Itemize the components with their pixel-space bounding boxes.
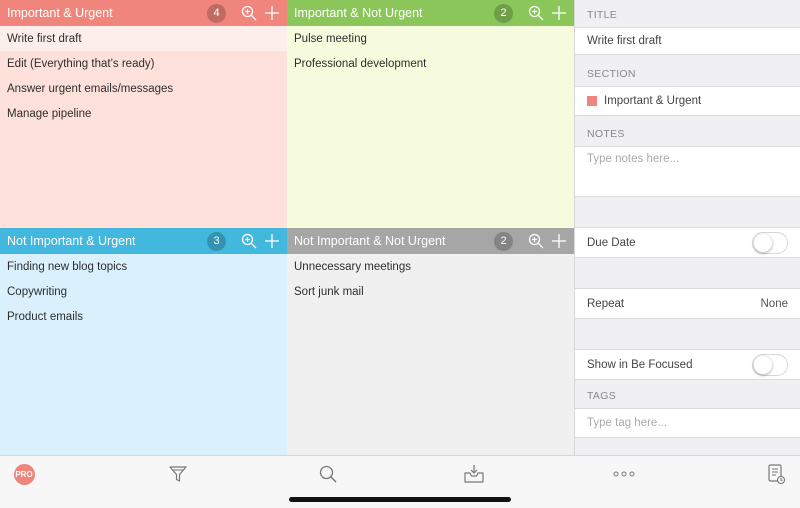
zoom-icon[interactable]	[240, 4, 258, 22]
quadrant-header: Important & Urgent 4	[0, 0, 287, 26]
quadrant-header: Not Important & Not Urgent 2	[287, 228, 574, 254]
title-value: Write first draft	[587, 35, 662, 47]
show-in-be-focused-toggle[interactable]	[752, 353, 788, 376]
pro-badge: PRO	[13, 463, 35, 485]
task-item[interactable]: Product emails	[0, 304, 287, 329]
search-icon[interactable]	[316, 462, 340, 486]
task-detail-panel: TITLE Write first draft SECTION Importan…	[574, 0, 800, 455]
quadrant-important-urgent: Important & Urgent 4 Write first draft E…	[0, 0, 287, 228]
quadrant-not-important-urgent: Not Important & Urgent 3 Finding new blo…	[0, 228, 287, 455]
notes-field[interactable]: Type notes here...	[575, 146, 800, 197]
task-item[interactable]: Unnecessary meetings	[287, 254, 574, 279]
task-item[interactable]: Pulse meeting	[287, 26, 574, 51]
more-icon[interactable]	[612, 462, 636, 486]
zoom-icon[interactable]	[527, 232, 545, 250]
spacer	[575, 197, 800, 227]
zoom-icon[interactable]	[527, 4, 545, 22]
title-section-label: TITLE	[587, 9, 618, 21]
section-color-swatch	[587, 96, 597, 106]
section-value: Important & Urgent	[604, 95, 702, 107]
zoom-icon[interactable]	[240, 232, 258, 250]
spacer	[575, 319, 800, 349]
add-task-icon[interactable]	[550, 4, 568, 22]
quadrant-header: Not Important & Urgent 3	[0, 228, 287, 254]
add-task-icon[interactable]	[263, 4, 281, 22]
section-field[interactable]: Important & Urgent	[575, 86, 800, 116]
tags-field[interactable]: Type tag here...	[575, 408, 800, 438]
task-item[interactable]: Answer urgent emails/messages	[0, 76, 287, 101]
task-count-badge: 2	[494, 231, 513, 251]
tags-placeholder: Type tag here...	[587, 417, 667, 429]
due-date-label: Due Date	[587, 236, 636, 249]
task-item[interactable]: Edit (Everything that’s ready)	[0, 51, 287, 76]
quadrant-title: Not Important & Urgent	[7, 234, 136, 248]
repeat-value: None	[760, 297, 789, 310]
section-section-label: SECTION	[587, 68, 636, 80]
task-count-badge: 2	[494, 3, 513, 23]
quadrant-title: Not Important & Not Urgent	[294, 234, 446, 248]
spacer	[575, 258, 800, 288]
task-item[interactable]: Write first draft	[0, 26, 287, 51]
task-item[interactable]: Finding new blog topics	[0, 254, 287, 279]
task-item[interactable]: Professional development	[287, 51, 574, 76]
show-in-be-focused-row[interactable]: Show in Be Focused	[575, 349, 800, 380]
task-item[interactable]: Copywriting	[0, 279, 287, 304]
tags-section-label: TAGS	[587, 390, 617, 402]
quadrant-not-important-not-urgent: Not Important & Not Urgent 2 Unnecessary…	[287, 228, 574, 455]
show-in-be-focused-label: Show in Be Focused	[587, 358, 693, 371]
task-item[interactable]: Manage pipeline	[0, 101, 287, 126]
quadrant-important-not-urgent: Important & Not Urgent 2 Pulse meeting P…	[287, 0, 574, 228]
inbox-icon[interactable]	[462, 462, 486, 486]
add-task-icon[interactable]	[263, 232, 281, 250]
notes-icon[interactable]	[764, 462, 788, 486]
notes-placeholder: Type notes here...	[587, 153, 680, 165]
pro-button[interactable]: PRO	[12, 462, 36, 486]
add-task-icon[interactable]	[550, 232, 568, 250]
quadrant-title: Important & Urgent	[7, 6, 113, 20]
notes-section-label: NOTES	[587, 128, 625, 140]
task-count-badge: 4	[207, 3, 226, 23]
title-field[interactable]: Write first draft	[575, 27, 800, 55]
repeat-row[interactable]: Repeat None	[575, 288, 800, 319]
quadrant-header: Important & Not Urgent 2	[287, 0, 574, 26]
due-date-row[interactable]: Due Date	[575, 227, 800, 258]
task-item[interactable]: Sort junk mail	[287, 279, 574, 304]
task-count-badge: 3	[207, 231, 226, 251]
repeat-label: Repeat	[587, 297, 625, 310]
filter-icon[interactable]	[166, 462, 190, 486]
due-date-toggle[interactable]	[752, 231, 788, 254]
home-indicator	[289, 497, 511, 502]
quadrant-title: Important & Not Urgent	[294, 6, 423, 20]
